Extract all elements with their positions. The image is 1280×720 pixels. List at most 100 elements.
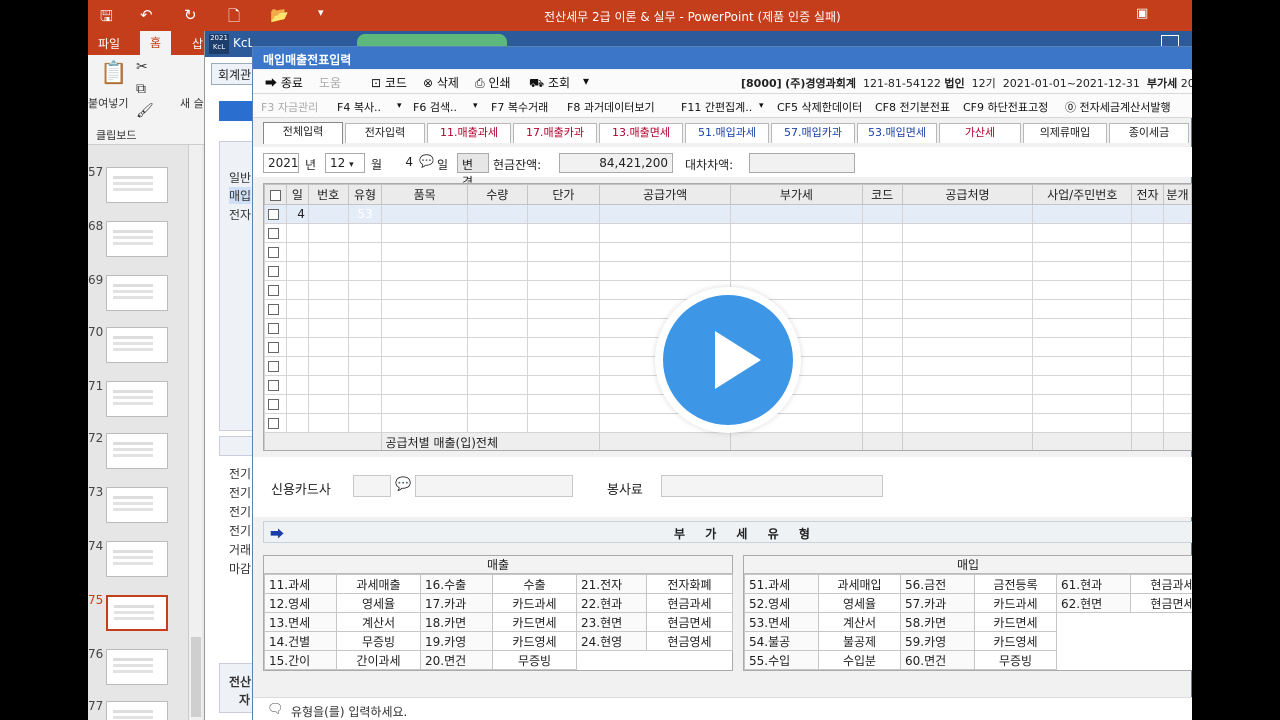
open-folder-icon[interactable]: 📂 [270,6,289,24]
bizno-cell[interactable] [1032,261,1133,281]
item-cell[interactable] [381,280,468,300]
type-code[interactable]: 57.카과 [900,593,975,613]
checkbox[interactable] [268,304,279,315]
type-name[interactable]: 현금영세 [646,631,733,651]
journal-cell[interactable] [1162,242,1192,262]
table-row[interactable]: 4 53 [264,204,1192,224]
bizno-cell[interactable] [1032,337,1133,357]
electronic-cell[interactable] [1131,204,1164,224]
type-code[interactable]: 59.카영 [900,631,975,651]
type-name[interactable]: 영세율 [336,593,421,613]
paste-label[interactable]: 붙여넣기 [88,95,128,111]
journal-cell[interactable] [1162,223,1192,243]
number-cell[interactable] [307,280,349,300]
type-cell[interactable] [347,280,383,300]
checkbox[interactable] [268,342,279,353]
row-checkbox-cell[interactable] [264,204,287,224]
slide-thumb[interactable]: 73 [88,485,188,525]
journal-cell[interactable] [1162,299,1192,319]
day-cell[interactable] [285,280,309,300]
slide-thumb[interactable]: 76 [88,647,188,687]
type-name[interactable]: 카드과세 [492,593,577,613]
tab-sales-exempt[interactable]: 13.매출면세 [599,123,683,143]
type-cell[interactable] [347,261,383,281]
search-button[interactable]: ⛟ 조회 [529,74,570,92]
item-cell[interactable] [381,223,468,243]
f8-history-button[interactable]: F8 과거데이터보기 [567,99,655,115]
type-name[interactable]: 수출 [492,574,577,594]
tab-sales-card[interactable]: 17.매출카과 [513,123,597,143]
number-cell[interactable] [307,375,349,395]
day-cell[interactable] [285,261,309,281]
type-code[interactable]: 56.금전 [900,574,975,594]
type-code[interactable]: 53.면세 [744,612,819,632]
type-code[interactable]: 60.면건 [900,650,975,670]
day-cell[interactable] [285,337,309,357]
price-cell[interactable] [526,337,601,357]
new-file-icon[interactable]: 🗋 [228,6,240,31]
item-cell[interactable] [381,242,468,262]
price-cell[interactable] [526,223,601,243]
item-cell[interactable] [381,299,468,319]
type-name[interactable]: 카드영세 [492,631,577,651]
type-name[interactable]: 무증빙 [336,631,421,651]
close-button[interactable]: ⮕ 종료 [265,74,303,91]
supply-cell[interactable] [599,261,732,281]
checkbox[interactable] [268,323,279,334]
row-checkbox-cell[interactable] [264,375,287,395]
slide-thumb[interactable]: 71 [88,379,188,419]
vat-cell[interactable] [730,223,863,243]
tab-electronic-entry[interactable]: 전자입력 [345,123,425,143]
type-code[interactable]: 14.건별 [264,631,337,651]
vendor-cell[interactable] [901,280,1034,300]
paste-icon[interactable]: 📋 [100,61,127,86]
format-painter-icon[interactable]: 🖌 [136,103,154,119]
item-cell[interactable] [381,261,468,281]
row-checkbox-cell[interactable] [264,356,287,376]
etax-invoice-button[interactable]: ⓪ 전자세금계산서발행 [1065,99,1171,115]
code-cell[interactable] [861,299,903,319]
table-row[interactable] [264,223,1192,243]
customize-icon[interactable]: ▾ [318,6,324,19]
bizno-cell[interactable] [1032,413,1133,433]
tab-all-entry[interactable]: 전체입력 [263,122,343,144]
checkbox[interactable] [268,209,279,220]
type-code[interactable]: 15.간이 [264,650,337,670]
vendor-cell[interactable] [901,356,1034,376]
type-code[interactable]: 16.수출 [420,574,493,594]
slide-thumb[interactable]: 57 [88,165,188,205]
day-cell[interactable] [285,394,309,414]
type-code[interactable]: 55.수입 [744,650,819,670]
year-input[interactable]: 2021 [263,153,299,173]
number-cell[interactable] [307,299,349,319]
vendor-cell[interactable] [901,337,1034,357]
type-code[interactable]: 62.현면 [1056,593,1131,613]
qty-cell[interactable] [466,299,528,319]
price-cell[interactable] [526,204,601,224]
type-code[interactable]: 18.카면 [420,612,493,632]
type-cell[interactable] [347,356,383,376]
electronic-cell[interactable] [1131,318,1164,338]
day-cell[interactable]: 4 [285,204,309,224]
price-cell[interactable] [526,299,601,319]
type-code[interactable]: 13.면세 [264,612,337,632]
type-name[interactable]: 현금과세 [1130,574,1192,594]
tab-deemed-purchase[interactable]: 의제류매입 [1023,123,1107,143]
qty-cell[interactable] [466,223,528,243]
type-code[interactable]: 58.카면 [900,612,975,632]
slide-thumb-selected[interactable]: 75 [88,593,188,633]
row-checkbox-cell[interactable] [264,413,287,433]
sidebar-item[interactable]: 마감 [229,560,251,577]
type-code[interactable]: 11.과세 [264,574,337,594]
bizno-cell[interactable] [1032,299,1133,319]
type-cell[interactable] [347,242,383,262]
code-cell[interactable] [861,375,903,395]
number-cell[interactable] [307,413,349,433]
sidebar-item[interactable]: 거래 [229,541,251,558]
row-checkbox-cell[interactable] [264,280,287,300]
type-cell[interactable] [347,318,383,338]
type-code[interactable]: 24.현영 [576,631,647,651]
vendor-cell[interactable] [901,261,1034,281]
journal-cell[interactable] [1162,337,1192,357]
electronic-cell[interactable] [1131,261,1164,281]
